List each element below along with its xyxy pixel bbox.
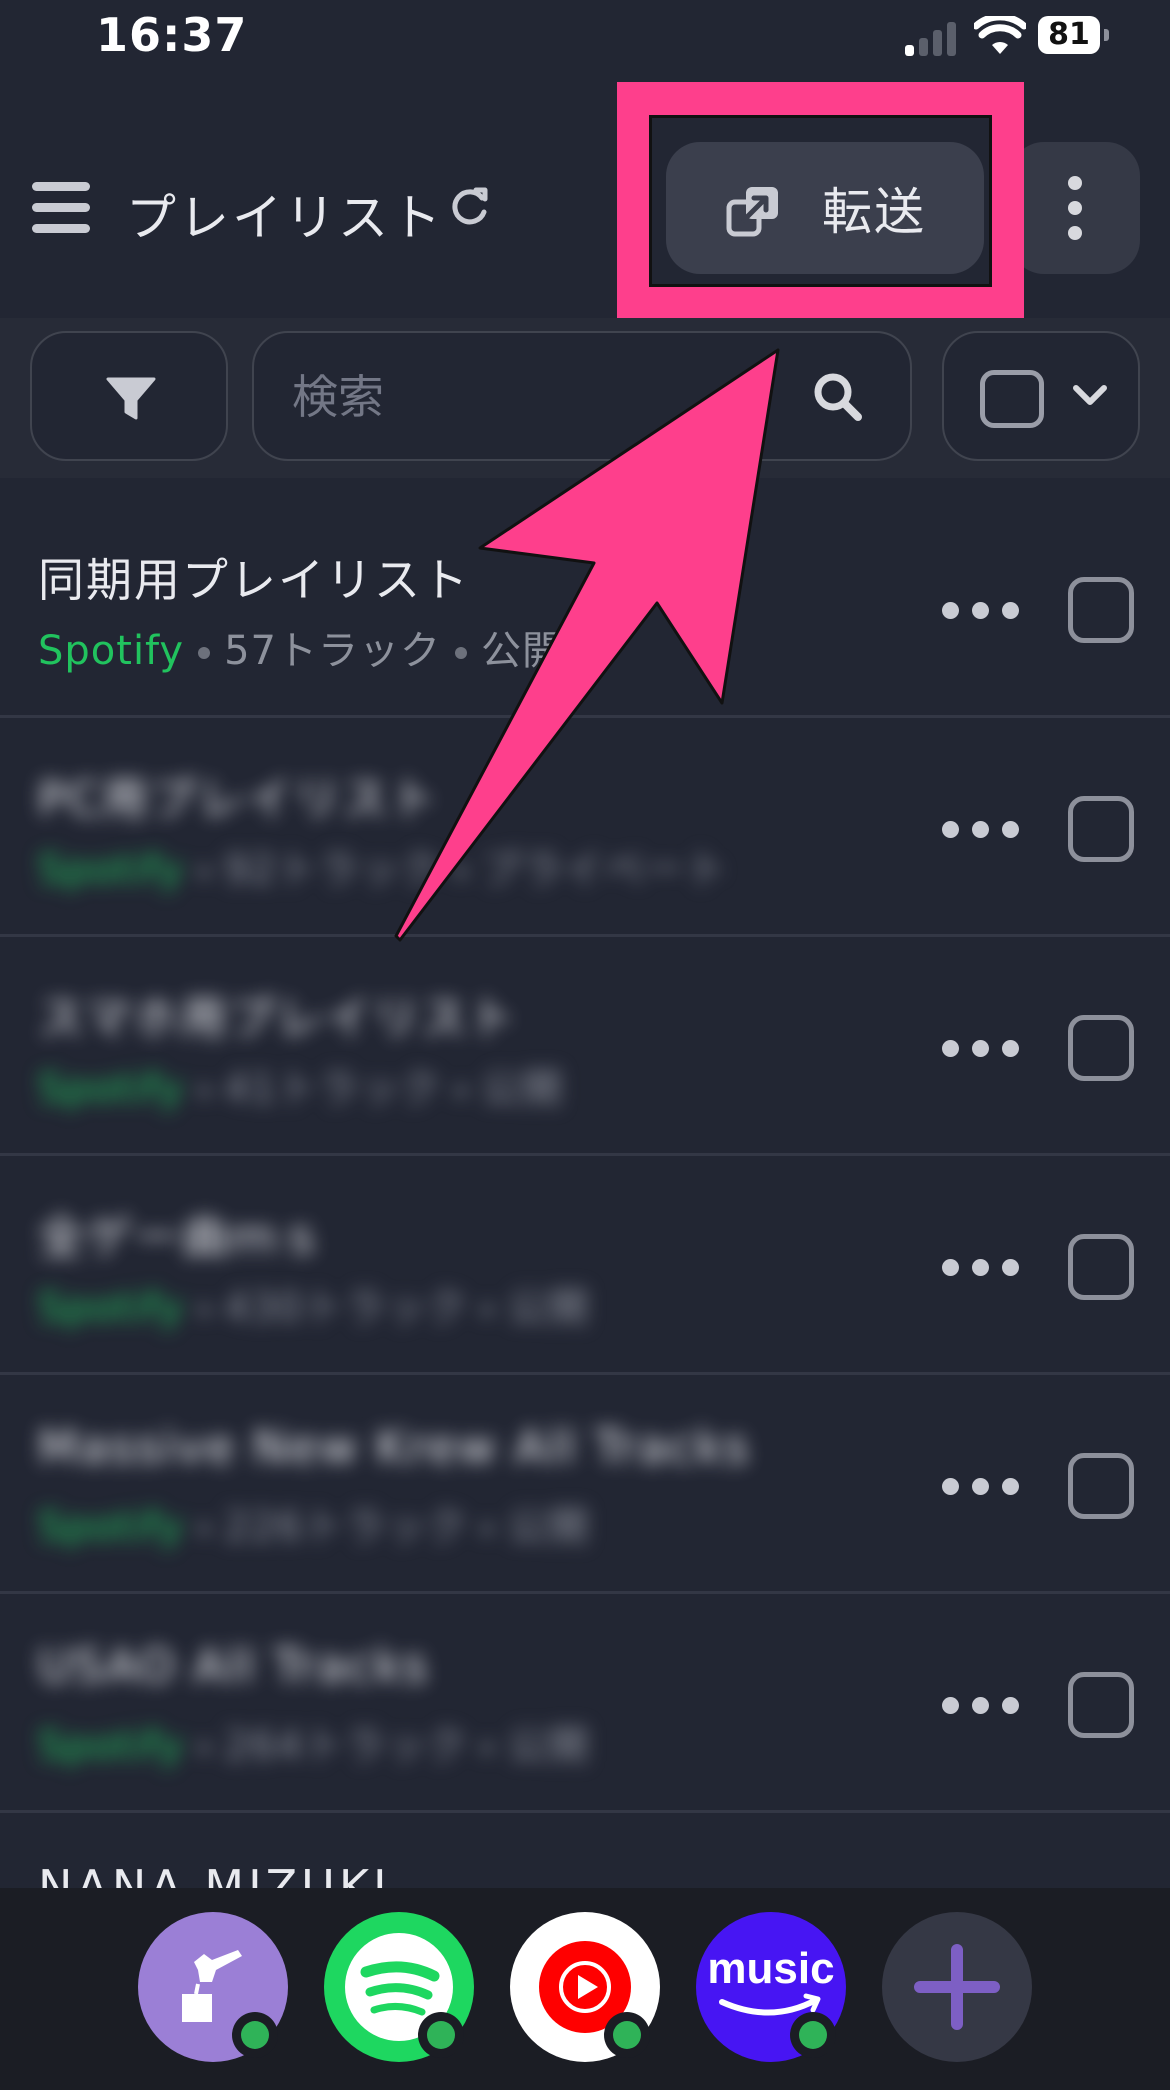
youtube-music-button[interactable] xyxy=(510,1912,660,2062)
transfer-app-button[interactable] xyxy=(138,1912,288,2062)
playlist-item[interactable]: PC用プレイリスト Spotify 92トラック プライベート xyxy=(0,719,1170,937)
amazon-music-button[interactable]: music xyxy=(696,1912,846,2062)
playlist-tracks: 92トラック xyxy=(224,847,442,893)
playlist-item[interactable]: 全ゲー曲ｍｓ Spotify 430トラック 公開 xyxy=(0,1157,1170,1375)
playlist-title: 同期用プレイリスト xyxy=(38,553,470,607)
playlist-visibility: プライベート xyxy=(481,847,728,893)
playlist-item[interactable]: 同期用プレイリスト Spotify 57トラック 公開 xyxy=(0,500,1170,718)
status-online-dot xyxy=(790,2012,836,2058)
select-all-dropdown[interactable] xyxy=(942,331,1140,461)
battery-tip xyxy=(1104,29,1109,41)
playlist-service: Spotify xyxy=(38,1723,185,1769)
playlist-title: スマホ用プレイリスト xyxy=(38,991,517,1045)
more-horizontal-icon[interactable] xyxy=(940,590,1050,630)
playlist-visibility: 公開 xyxy=(507,1504,590,1550)
status-online-dot xyxy=(418,2012,464,2058)
more-horizontal-icon[interactable] xyxy=(940,1028,1050,1068)
playlist-tracks: 57トラック xyxy=(224,628,442,674)
playlist-checkbox[interactable] xyxy=(1068,1234,1134,1300)
hamburger-icon[interactable] xyxy=(32,182,90,233)
playlist-service: Spotify xyxy=(38,628,185,674)
playlist-list: 同期用プレイリスト Spotify 57トラック 公開 PC用プレイリスト Spot… xyxy=(0,500,1170,1890)
more-horizontal-icon[interactable] xyxy=(940,1466,1050,1506)
playlist-title: PC用プレイリスト xyxy=(38,772,438,826)
more-vertical-icon[interactable] xyxy=(1010,142,1140,274)
playlist-tracks: 41トラック xyxy=(224,1066,442,1112)
filter-bar xyxy=(0,318,1170,478)
playlist-checkbox[interactable] xyxy=(1068,1453,1134,1519)
status-online-dot xyxy=(232,2012,278,2058)
section-heading: NANA MIZUKI xyxy=(38,1860,391,1890)
playlist-meta: Spotify 92トラック プライベート xyxy=(38,837,727,895)
playlist-checkbox[interactable] xyxy=(1068,1015,1134,1081)
highlight-inner-border xyxy=(649,115,992,287)
playlist-title: Massive New Krew All Tracks xyxy=(38,1420,751,1474)
playlist-service: Spotify xyxy=(38,1504,185,1550)
playlist-item[interactable]: USAO All Tracks Spotify 264トラック 公開 xyxy=(0,1595,1170,1813)
more-horizontal-icon[interactable] xyxy=(940,809,1050,849)
more-horizontal-icon[interactable] xyxy=(940,1685,1050,1725)
playlist-visibility: 公開 xyxy=(507,1723,590,1769)
battery-icon: 81 xyxy=(1038,16,1100,54)
playlist-visibility: 公開 xyxy=(481,628,564,674)
status-bar: 16:37 81 xyxy=(0,0,1170,72)
status-time: 16:37 xyxy=(96,8,248,62)
playlist-meta: Spotify 264トラック 公開 xyxy=(38,1713,589,1771)
playlist-item[interactable]: Massive New Krew All Tracks Spotify 226トラ… xyxy=(0,1376,1170,1594)
refresh-icon[interactable] xyxy=(450,186,490,226)
search-box[interactable] xyxy=(252,331,912,461)
playlist-title: 全ゲー曲ｍｓ xyxy=(38,1210,326,1264)
chevron-down-icon[interactable] xyxy=(1072,383,1108,409)
wifi-icon xyxy=(974,16,1026,54)
status-online-dot xyxy=(604,2012,650,2058)
playlist-visibility: 公開 xyxy=(507,1285,590,1331)
service-dock: music xyxy=(0,1888,1170,2090)
playlist-tracks: 430トラック xyxy=(224,1285,468,1331)
playlist-meta: Spotify 41トラック 公開 xyxy=(38,1056,563,1114)
search-input[interactable] xyxy=(292,369,772,425)
playlist-meta: Spotify 57トラック 公開 xyxy=(38,618,563,676)
playlist-tracks: 264トラック xyxy=(224,1723,468,1769)
playlist-tracks: 226トラック xyxy=(224,1504,468,1550)
playlist-service: Spotify xyxy=(38,847,185,893)
playlist-service: Spotify xyxy=(38,1285,185,1331)
page-title: プレイリスト xyxy=(126,189,444,247)
playlist-meta: Spotify 430トラック 公開 xyxy=(38,1275,589,1333)
playlist-visibility: 公開 xyxy=(481,1066,564,1112)
add-service-button[interactable] xyxy=(882,1912,1032,2062)
checkbox-icon[interactable] xyxy=(980,370,1044,428)
signal-icon xyxy=(905,22,957,56)
spotify-button[interactable] xyxy=(324,1912,474,2062)
playlist-item[interactable]: スマホ用プレイリスト Spotify 41トラック 公開 xyxy=(0,938,1170,1156)
playlist-checkbox[interactable] xyxy=(1068,796,1134,862)
playlist-checkbox[interactable] xyxy=(1068,1672,1134,1738)
search-icon[interactable] xyxy=(812,371,864,423)
filter-button[interactable] xyxy=(30,331,228,461)
more-horizontal-icon[interactable] xyxy=(940,1247,1050,1287)
filter-icon xyxy=(106,377,156,420)
playlist-checkbox[interactable] xyxy=(1068,577,1134,643)
playlist-meta: Spotify 226トラック 公開 xyxy=(38,1494,589,1552)
playlist-service: Spotify xyxy=(38,1066,185,1112)
playlist-title: USAO All Tracks xyxy=(38,1639,430,1693)
plus-icon xyxy=(914,1944,1000,2030)
